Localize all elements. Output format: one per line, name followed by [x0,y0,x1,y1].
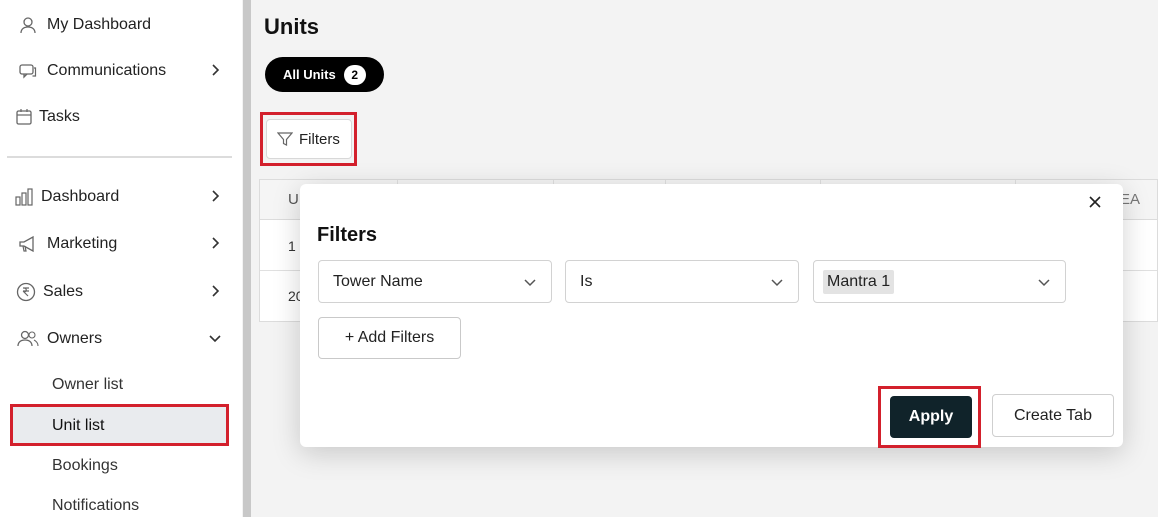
sidebar-item-label: Tasks [39,108,80,125]
sidebar-item-label: Marketing [47,235,118,252]
chevron-right-icon [212,190,220,202]
chevron-right-icon [212,285,220,297]
sidebar-item-label: Dashboard [41,188,120,205]
rupee-icon [15,281,37,303]
bar-chart-icon [13,186,35,208]
chevron-down-icon [209,335,221,343]
sidebar-subitem-label: Unit list [52,417,105,434]
operator-select-value: Is [580,272,593,290]
apply-highlight: Apply [878,386,981,448]
sidebar: My Dashboard Communications Tasks Dashbo… [0,0,242,517]
sidebar-item-label: Sales [43,283,84,300]
sidebar-subitem-owner-list[interactable]: Owner list [52,376,123,394]
table-header-cell: EA [1120,191,1141,208]
tab-label: All Units [283,67,336,82]
field-select-value: Tower Name [333,272,423,290]
filters-highlight: Filters [260,112,357,166]
megaphone-icon [17,233,39,255]
user-icon [17,14,39,36]
sidebar-divider [7,156,232,158]
sidebar-item-my-dashboard[interactable]: My Dashboard [0,9,240,41]
chevron-down-icon [771,279,783,287]
sidebar-subitem-unit-list[interactable]: Unit list [10,404,229,446]
filters-popup: Filters Tower Name Is Mantra 1 + Add Fil… [300,184,1123,448]
sidebar-item-dashboard[interactable]: Dashboard [0,181,240,213]
chat-icon [17,60,39,82]
value-chip[interactable]: Mantra 1 [823,269,895,294]
sidebar-item-label: My Dashboard [47,16,152,33]
sidebar-item-sales[interactable]: Sales [0,276,240,308]
add-filters-button[interactable]: + Add Filters [318,317,461,359]
chevron-right-icon [212,237,220,249]
sidebar-subitem-notifications[interactable]: Notifications [52,497,139,515]
sidebar-item-marketing[interactable]: Marketing [0,228,240,260]
calendar-icon [13,106,35,128]
sidebar-item-label: Communications [47,62,167,79]
filters-button[interactable]: Filters [266,119,352,159]
sidebar-item-owners[interactable]: Owners [0,323,240,355]
sidebar-scrollbar[interactable] [242,0,256,517]
chevron-down-icon [1038,279,1050,287]
popup-title: Filters [317,224,378,246]
field-select[interactable]: Tower Name [318,260,552,303]
create-tab-button[interactable]: Create Tab [992,394,1114,437]
sidebar-item-label: Owners [47,330,103,347]
chevron-right-icon [212,64,220,76]
scrollbar-thumb[interactable] [243,0,251,517]
tab-count-badge: 2 [343,64,366,85]
sidebar-item-communications[interactable]: Communications [0,55,240,87]
sidebar-subitem-bookings[interactable]: Bookings [52,457,118,475]
users-icon [17,328,39,350]
chevron-down-icon [524,279,536,287]
page-title: Units [264,14,319,39]
tab-all-units[interactable]: All Units 2 [265,57,384,92]
apply-button[interactable]: Apply [890,396,972,438]
value-select[interactable]: Mantra 1 [813,260,1066,303]
close-icon[interactable] [1087,194,1103,210]
table-cell[interactable]: 1 [288,238,296,254]
filter-icon [277,132,293,146]
operator-select[interactable]: Is [565,260,799,303]
table-header-cell: U [288,191,299,208]
filters-label: Filters [299,130,340,148]
sidebar-item-tasks[interactable]: Tasks [0,101,240,133]
